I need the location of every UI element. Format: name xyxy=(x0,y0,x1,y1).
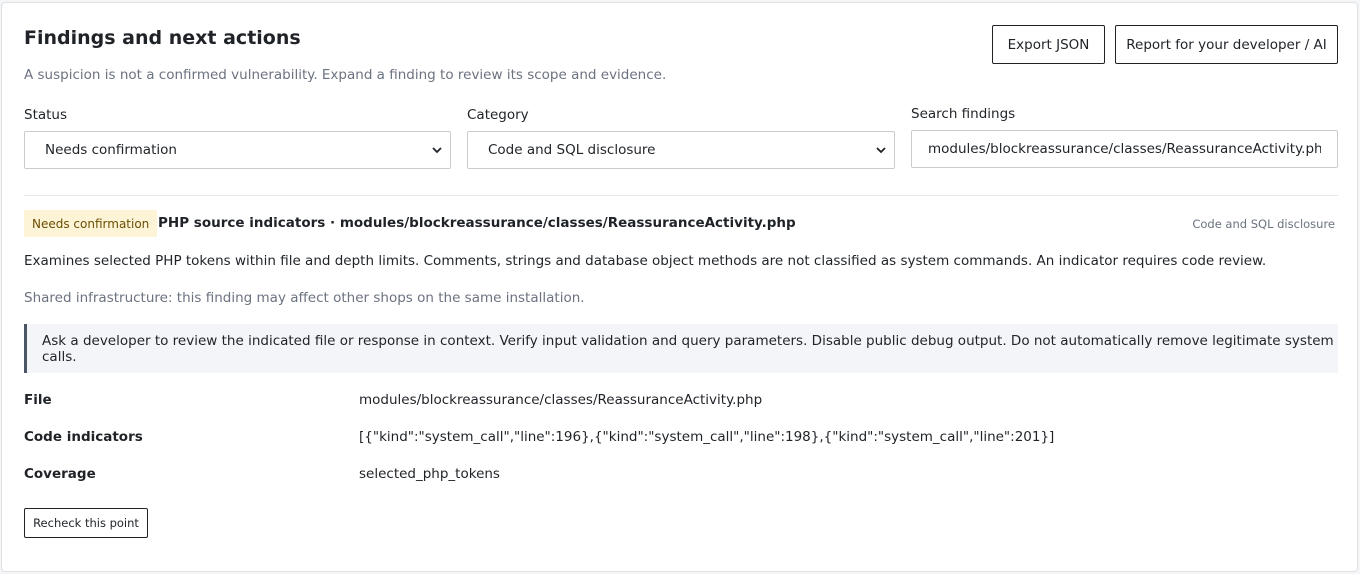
status-filter-label: Status xyxy=(24,107,68,123)
findings-panel: Findings and next actions A suspicion is… xyxy=(1,2,1358,572)
search-filter-label: Search findings xyxy=(911,106,1016,122)
page-title: Findings and next actions xyxy=(24,27,301,49)
status-select-value: Needs confirmation xyxy=(45,142,177,158)
recheck-button[interactable]: Recheck this point xyxy=(24,508,148,538)
category-select-value: Code and SQL disclosure xyxy=(488,142,656,158)
detail-value-coverage: selected_php_tokens xyxy=(359,466,500,482)
finding-category: Code and SQL disclosure xyxy=(1192,217,1335,231)
category-select[interactable]: Code and SQL disclosure xyxy=(467,131,895,169)
chevron-down-icon xyxy=(876,147,886,154)
detail-key-coverage: Coverage xyxy=(24,466,96,482)
advice-text: Ask a developer to review the indicated … xyxy=(42,332,1334,365)
detail-value-file: modules/blockreassurance/classes/Reassur… xyxy=(359,392,763,408)
divider xyxy=(24,195,1338,196)
advice-callout: Ask a developer to review the indicated … xyxy=(24,324,1338,373)
detail-key-code-indicators: Code indicators xyxy=(24,429,143,445)
category-filter-label: Category xyxy=(467,107,529,123)
page-subtitle: A suspicion is not a confirmed vulnerabi… xyxy=(24,67,667,83)
export-json-button[interactable]: Export JSON xyxy=(992,25,1105,64)
shared-infrastructure-note: Shared infrastructure: this finding may … xyxy=(24,290,585,306)
finding-title[interactable]: PHP source indicators · modules/blockrea… xyxy=(158,215,796,231)
detail-key-file: File xyxy=(24,392,52,408)
report-developer-button[interactable]: Report for your developer / AI xyxy=(1115,25,1338,64)
status-select[interactable]: Needs confirmation xyxy=(24,131,451,169)
status-badge: Needs confirmation xyxy=(24,210,158,237)
finding-description: Examines selected PHP tokens within file… xyxy=(24,253,1267,269)
detail-value-code-indicators: [{"kind":"system_call","line":196},{"kin… xyxy=(359,429,1055,445)
chevron-down-icon xyxy=(432,147,442,154)
search-input[interactable] xyxy=(911,130,1338,168)
